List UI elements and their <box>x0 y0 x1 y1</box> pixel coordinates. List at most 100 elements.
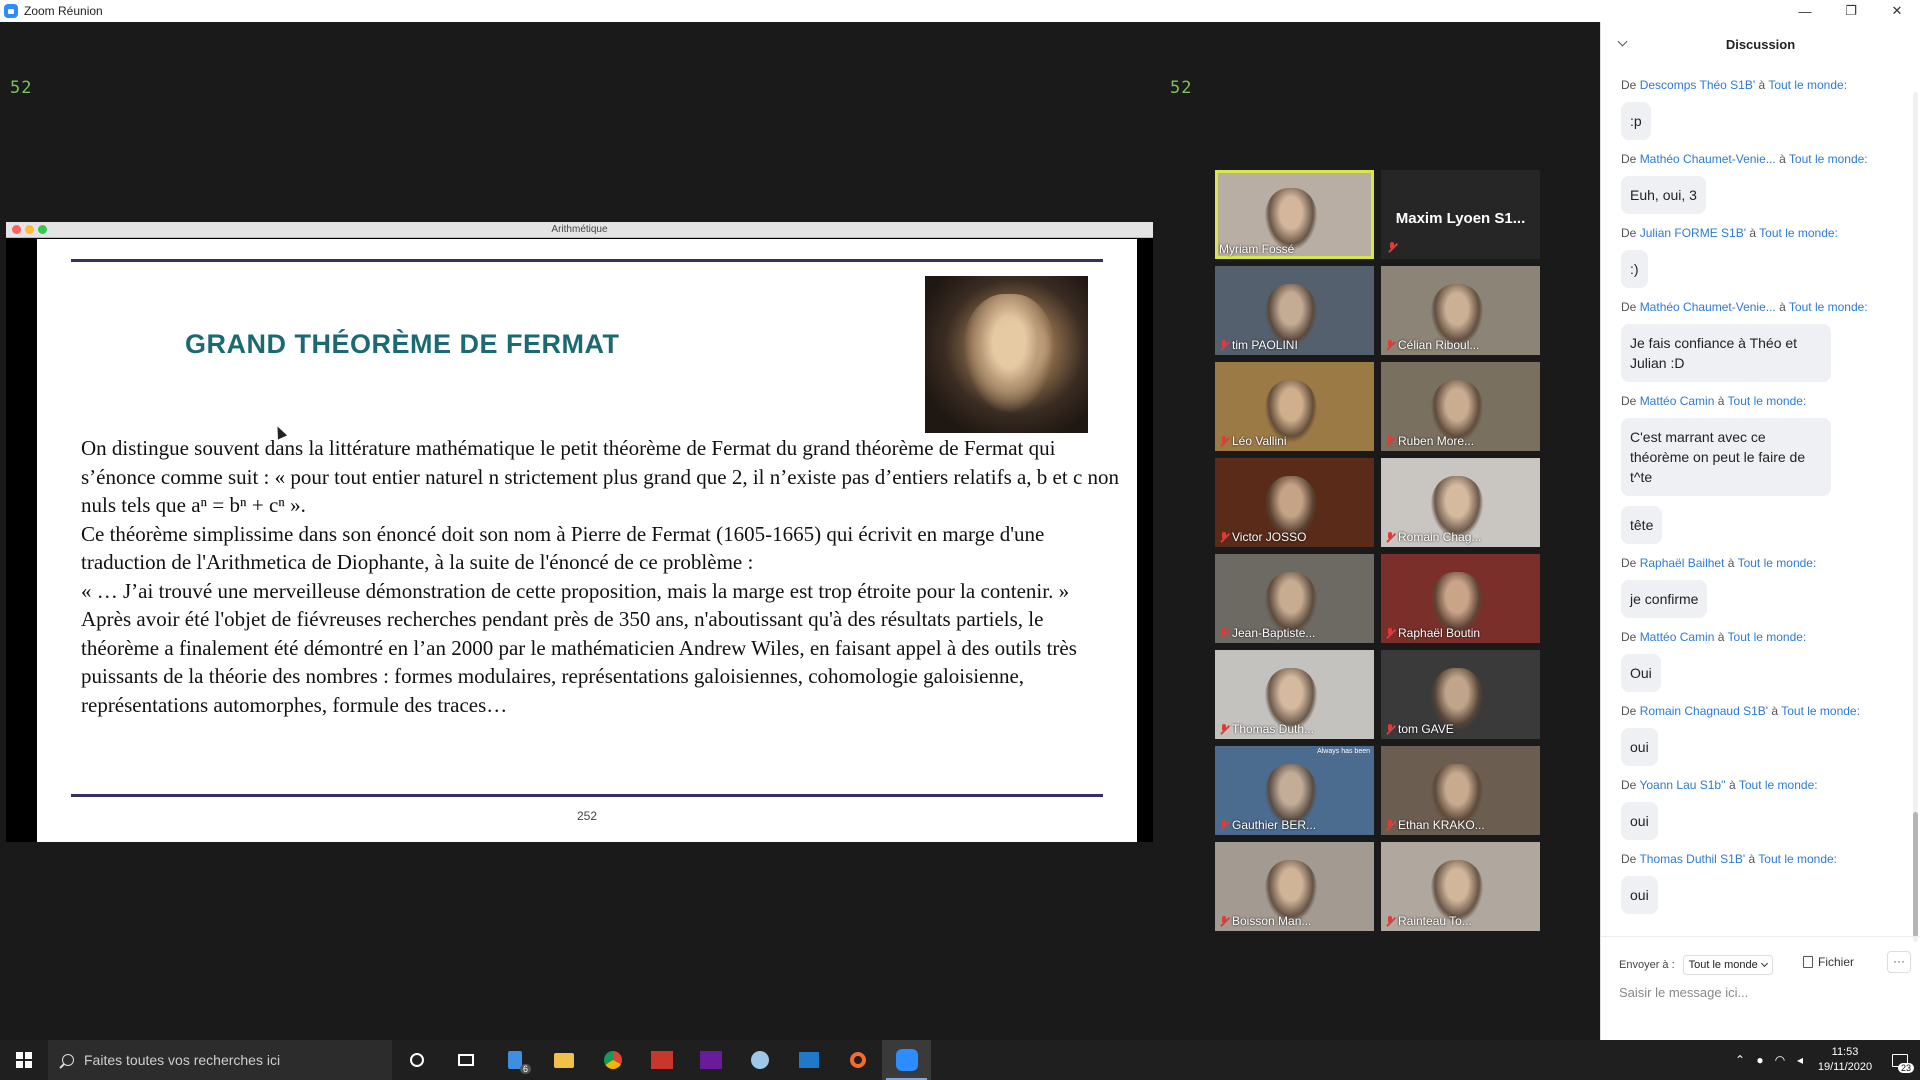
volume-icon[interactable]: ◂ <box>1790 1040 1810 1080</box>
mic-muted-icon <box>1385 915 1395 927</box>
taskbar-app-explorer[interactable] <box>539 1040 588 1080</box>
participant-name-label: tim PAOLINI <box>1232 338 1298 352</box>
recipient-name: Tout le monde: <box>1781 704 1860 718</box>
file-icon <box>1803 956 1813 968</box>
mic-muted-icon <box>1219 723 1229 735</box>
file-button[interactable]: Fichier <box>1803 955 1854 969</box>
recipient-name: Tout le monde: <box>1738 778 1818 792</box>
folder-icon <box>553 1052 574 1068</box>
slide: GRAND THÉORÈME DE FERMAT On distingue so… <box>37 239 1137 842</box>
participant-tile[interactable]: Boisson Man... <box>1215 842 1374 931</box>
chat-scrollbar[interactable] <box>1913 92 1918 942</box>
start-button[interactable] <box>0 1040 48 1080</box>
sender-name[interactable]: Mattéo Camin <box>1640 394 1715 408</box>
voicemeeter-icon <box>650 1051 673 1069</box>
mic-muted-icon <box>1387 242 1397 253</box>
wifi-icon[interactable]: ◠ <box>1770 1040 1790 1080</box>
participant-tile[interactable]: Thomas Duth... <box>1215 650 1374 739</box>
participant-name-label: Boisson Man... <box>1232 914 1312 928</box>
participant-tile[interactable]: Ethan KRAKO... <box>1381 746 1540 835</box>
clock[interactable]: 11:53 19/11/2020 <box>1810 1045 1880 1075</box>
message-input[interactable] <box>1615 981 1905 1004</box>
participant-video <box>1431 764 1483 826</box>
restore-button[interactable]: ❐ <box>1828 0 1874 22</box>
participant-tile[interactable]: Victor JOSSO <box>1215 458 1374 547</box>
taskbar-app-zoom[interactable] <box>882 1040 931 1080</box>
sender-name[interactable]: Mathéo Chaumet-Venie... <box>1640 300 1776 314</box>
participant-name: Léo Vallini <box>1219 434 1286 448</box>
sender-name[interactable]: Mattéo Camin <box>1640 630 1715 644</box>
participant-tile[interactable]: Ruben More... <box>1381 362 1540 451</box>
to-prefix: à <box>1717 394 1725 408</box>
sender-name[interactable]: Descomps Théo S1B' <box>1640 78 1755 92</box>
collapse-chevron-icon[interactable] <box>1617 36 1628 47</box>
taskbar-search-input[interactable] <box>84 1052 374 1068</box>
sender-name[interactable]: Mathéo Chaumet-Venie... <box>1640 152 1776 166</box>
sender-name[interactable]: Raphaël Bailhet <box>1640 556 1725 570</box>
taskbar-app-next[interactable] <box>686 1040 735 1080</box>
recipient-select[interactable]: Tout le monde <box>1682 955 1773 975</box>
taskbar-app-voicemeeter[interactable] <box>637 1040 686 1080</box>
taskbar-app-photos[interactable] <box>784 1040 833 1080</box>
participant-video <box>1265 572 1317 634</box>
notification-count: 23 <box>1897 1063 1914 1073</box>
participant-tile[interactable]: tom GAVE <box>1381 650 1540 739</box>
sender-name[interactable]: Yoann Lau S1b'' <box>1639 778 1725 792</box>
participant-tile[interactable]: Rainteau To... <box>1381 842 1540 931</box>
message-sender-line: De Yoann Lau S1b'' à Tout le monde: <box>1621 778 1909 792</box>
chat-compose: Envoyer à : Tout le monde Fichier ··· <box>1601 936 1920 1040</box>
taskbar: 6 ⌃ ● ◠ ◂ 11:53 19/11/2020 23 <box>0 1040 1920 1080</box>
participant-tile[interactable]: Romain Chag... <box>1381 458 1540 547</box>
participant-name: Thomas Duth... <box>1219 722 1314 736</box>
mic-muted-icon <box>1219 915 1229 927</box>
participant-tile[interactable]: Myriam Fossé <box>1215 170 1374 259</box>
participant-tile[interactable]: Always has been Gauthier BER... <box>1215 746 1374 835</box>
sender-name[interactable]: Julian FORME S1B' <box>1640 226 1746 240</box>
shared-document-title: Arithmétique <box>551 224 608 235</box>
taskbar-app-notes[interactable]: 6 <box>490 1040 539 1080</box>
sender-name[interactable]: Thomas Duthil S1B' <box>1639 852 1745 866</box>
participant-name-label: Raphaël Boutin <box>1398 626 1481 640</box>
taskbar-app-chrome[interactable] <box>588 1040 637 1080</box>
from-prefix: De <box>1621 226 1637 240</box>
recipient-name: Tout le monde: <box>1737 556 1817 570</box>
from-prefix: De <box>1621 852 1637 866</box>
from-prefix: De <box>1621 300 1637 314</box>
slide-paragraph: Après avoir été l'objet de fiévreuses re… <box>81 607 1077 717</box>
tray-chevron-up-icon[interactable]: ⌃ <box>1730 1040 1750 1080</box>
participant-tile[interactable]: Léo Vallini <box>1215 362 1374 451</box>
recipient-name: Tout le monde: <box>1759 226 1838 240</box>
minimize-button[interactable]: — <box>1782 0 1828 22</box>
message-bubble: oui <box>1621 876 1658 914</box>
microphone-icon[interactable]: ● <box>1750 1040 1770 1080</box>
taskbar-app-origin[interactable] <box>833 1040 882 1080</box>
shared-window-titlebar: Arithmétique <box>6 222 1153 238</box>
to-prefix: à <box>1758 78 1766 92</box>
taskbar-search[interactable] <box>48 1040 392 1080</box>
slide-body: On distingue souvent dans la littérature… <box>81 434 1121 719</box>
taskbar-app-paint[interactable] <box>735 1040 784 1080</box>
participant-tile[interactable]: Jean-Baptiste... <box>1215 554 1374 643</box>
more-options-button[interactable]: ··· <box>1887 951 1911 973</box>
chat-messages[interactable]: De Descomps Théo S1B' à Tout le monde::p… <box>1601 66 1909 936</box>
from-prefix: De <box>1621 778 1637 792</box>
cortana-button[interactable] <box>392 1040 441 1080</box>
sender-name[interactable]: Romain Chagnaud S1B' <box>1640 704 1768 718</box>
recipient-name: Tout le monde: <box>1788 152 1868 166</box>
notification-center-button[interactable]: 23 <box>1880 1040 1920 1080</box>
participant-name-label: Léo Vallini <box>1232 434 1287 448</box>
from-prefix: De <box>1621 556 1637 570</box>
close-button[interactable]: ✕ <box>1874 0 1920 22</box>
message-bubble: Euh, oui, 3 <box>1621 176 1706 214</box>
to-prefix: à <box>1749 226 1757 240</box>
participant-tile[interactable]: Raphaël Boutin <box>1381 554 1540 643</box>
task-view-button[interactable] <box>441 1040 490 1080</box>
participant-video <box>1431 284 1483 346</box>
participant-tile[interactable]: Maxim Lyoen S1... <box>1381 170 1540 259</box>
recipient-name: Tout le monde: <box>1768 78 1848 92</box>
participant-tile[interactable]: tim PAOLINI <box>1215 266 1374 355</box>
next-app-icon <box>699 1051 722 1069</box>
to-prefix: à <box>1779 152 1786 166</box>
participant-tile[interactable]: Célian Riboul... <box>1381 266 1540 355</box>
chat-scrollbar-thumb[interactable] <box>1913 812 1918 937</box>
